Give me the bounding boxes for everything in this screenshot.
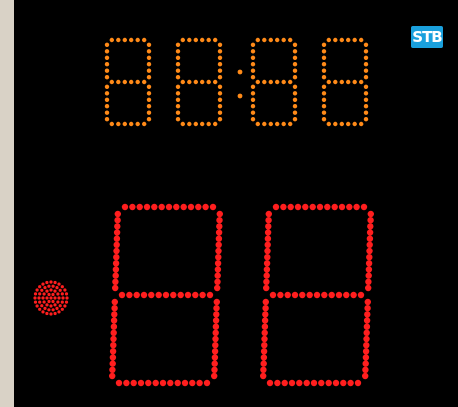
score-display — [109, 203, 374, 387]
timer-digit — [250, 37, 298, 127]
score-digit — [260, 203, 374, 387]
timer-digit — [175, 37, 223, 127]
timer-display — [104, 37, 369, 127]
score-digit — [109, 203, 223, 387]
timer-colon — [237, 69, 243, 99]
possession-indicator-icon — [33, 280, 69, 316]
led-display — [33, 37, 374, 387]
timer-digit — [321, 37, 369, 127]
timer-digit — [104, 37, 152, 127]
